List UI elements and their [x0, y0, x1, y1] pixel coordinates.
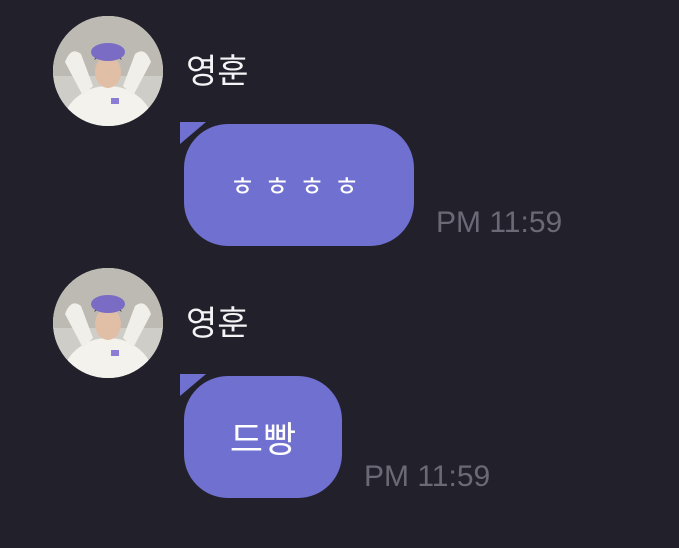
bubble-tail — [180, 122, 206, 144]
sender-name: 영훈 — [186, 304, 249, 344]
profile-photo-icon — [53, 16, 163, 126]
avatar[interactable] — [53, 16, 163, 126]
bubble-tail — [180, 374, 206, 396]
profile-photo-icon — [53, 268, 163, 378]
message-text: ㅎㅎㅎㅎ — [229, 170, 369, 203]
message-text: 드빵 — [229, 420, 297, 461]
sender-name: 영훈 — [186, 52, 249, 92]
message-bubble[interactable]: 드빵 — [180, 374, 342, 498]
message-group: 영훈 ㅎㅎㅎㅎ PM 11:59 — [0, 16, 679, 248]
message-bubble[interactable]: ㅎㅎㅎㅎ — [180, 122, 414, 246]
avatar[interactable] — [53, 268, 163, 378]
message-timestamp: PM 11:59 — [364, 460, 491, 493]
message-group: 영훈 드빵 PM 11:59 — [0, 268, 679, 500]
message-timestamp: PM 11:59 — [436, 206, 563, 239]
